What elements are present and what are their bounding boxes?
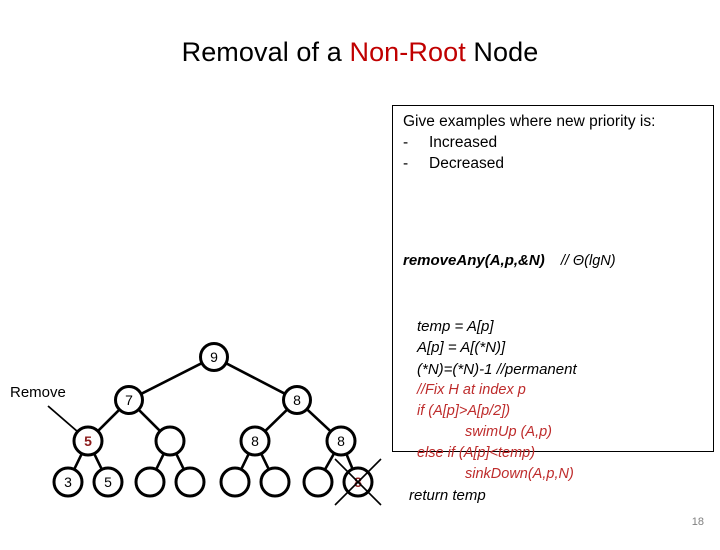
- tree-edge: [264, 408, 289, 433]
- tree-edge: [72, 453, 84, 470]
- code-line: //Fix H at index p: [417, 382, 526, 398]
- info-box: Give examples where new priority is: - I…: [392, 105, 714, 504]
- tree-node: [259, 466, 291, 498]
- bullet-marker: -: [403, 155, 409, 172]
- tree-node: 8: [282, 385, 312, 415]
- code-line: sinkDown(A,p,N): [465, 466, 574, 482]
- tree-edge: [305, 408, 332, 433]
- tree-node-circle: [259, 466, 291, 498]
- tree-edge: [92, 453, 104, 470]
- bullet-item-increased: - Increased: [403, 132, 708, 153]
- tree-node-value: 8: [293, 392, 301, 408]
- tree-node-value: 7: [125, 392, 133, 408]
- bullet-item-decreased: - Decreased: [403, 153, 708, 174]
- tree-node-circle: [134, 466, 166, 498]
- tree-svg: 9 7 8 5 8 8 3 5 8: [47, 342, 382, 506]
- code-signature: removeAny(A,p,&N): [403, 252, 545, 269]
- tree-edge: [323, 452, 336, 471]
- tree-node: 8: [239, 425, 271, 457]
- bullet-label: Decreased: [429, 155, 504, 172]
- page-title-accent: Non-Root: [349, 37, 466, 67]
- tree-node: 9: [199, 342, 229, 372]
- page-title-prefix: Removal of a: [181, 37, 350, 67]
- tree-node: [134, 466, 166, 498]
- tree-node: 5: [72, 425, 104, 457]
- tree-node-circle: [174, 466, 206, 498]
- tree-edge: [345, 453, 354, 470]
- tree-node: 3: [52, 466, 84, 498]
- tree-node: [154, 425, 186, 457]
- code-line: swimUp (A,p): [465, 424, 553, 440]
- tree-node-value: 8: [337, 433, 345, 449]
- tree-edge: [140, 361, 203, 396]
- pseudocode-block: removeAny(A,p,&N) // Θ(lgN) temp = A[p] A…: [403, 207, 711, 550]
- tree-edge: [174, 453, 186, 470]
- code-line: A[p] = A[(*N)]: [417, 339, 506, 356]
- tree-node-value: 8: [251, 433, 259, 449]
- tree-node-circle: [219, 466, 251, 498]
- code-signature-comment: // Θ(lgN): [560, 253, 616, 269]
- tree-node-circle: [154, 425, 186, 457]
- tree-node-value: 3: [64, 474, 72, 490]
- tree-edge: [137, 408, 162, 433]
- code-line: temp = A[p]: [417, 317, 494, 335]
- prompt-heading: Give examples where new priority is:: [403, 113, 656, 130]
- tree-edge: [239, 453, 251, 470]
- tree-edge-group: [72, 361, 354, 471]
- tree-edge: [259, 453, 271, 470]
- page-title: Removal of a Non-Root Node: [0, 36, 720, 68]
- tree-node: [302, 466, 334, 498]
- tree-node: 7: [114, 385, 144, 415]
- code-line-list: temp = A[p] A[p] = A[(*N)] (*N)=(*N)-1 //p…: [403, 316, 711, 507]
- code-line: else if (A[p]<temp): [417, 445, 536, 461]
- tree-node-value: 9: [210, 349, 218, 365]
- tree-edge: [96, 408, 121, 433]
- page-title-suffix: Node: [465, 37, 539, 67]
- tree-node: [219, 466, 251, 498]
- tree-edge: [225, 362, 286, 395]
- tree-node: [174, 466, 206, 498]
- prompt-block: Give examples where new priority is: - I…: [403, 111, 708, 174]
- code-line: (*N)=(*N)-1 //permanent: [417, 360, 577, 378]
- binary-heap-tree-diagram: Remove 978588358: [0, 330, 392, 530]
- remove-pointer: [47, 405, 79, 433]
- tree-edge: [154, 453, 166, 470]
- code-line: if (A[p]>A[p/2]): [417, 403, 511, 419]
- tree-node-circle: [302, 466, 334, 498]
- tree-node: 8: [325, 425, 357, 457]
- code-signature-line: removeAny(A,p,&N) // Θ(lgN): [403, 250, 711, 273]
- remove-pointer-line: [47, 405, 79, 433]
- bullet-marker: -: [403, 134, 409, 151]
- bullet-label: Increased: [429, 134, 498, 151]
- tree-node: 8: [334, 458, 382, 506]
- code-line: return temp: [409, 487, 486, 504]
- tree-node-value: 5: [84, 433, 92, 449]
- tree-node: 5: [92, 466, 124, 498]
- tree-node-value: 5: [104, 474, 112, 490]
- page-number: 18: [691, 516, 704, 528]
